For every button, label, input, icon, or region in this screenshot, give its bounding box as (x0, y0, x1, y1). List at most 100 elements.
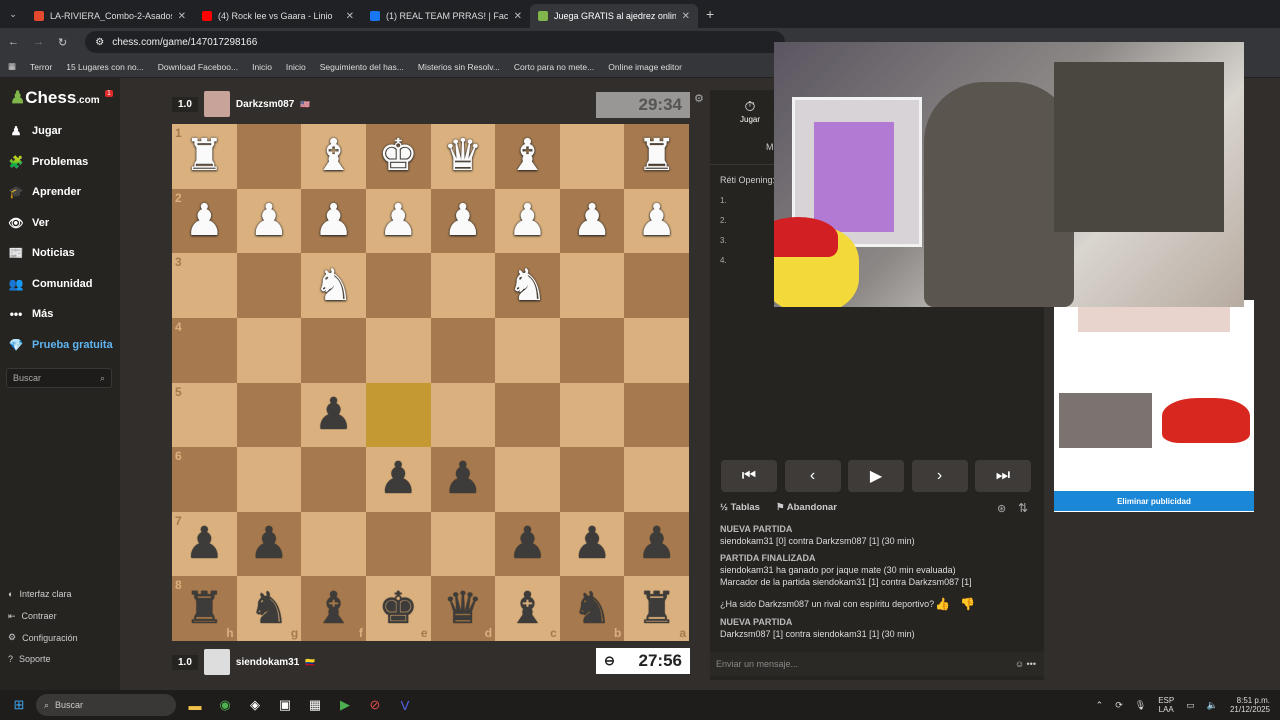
browser-tab[interactable]: (1) REAL TEAM PRRAS! | Faceb ✕ (362, 4, 530, 28)
back-icon[interactable]: ← (8, 36, 19, 48)
board-square[interactable]: b ♞ (559, 576, 625, 641)
board-square[interactable]: ♟ (430, 447, 496, 512)
close-icon[interactable]: ✕ (514, 11, 522, 22)
board-square[interactable]: ♜ (624, 124, 689, 189)
board-square[interactable]: g ♞ (236, 576, 302, 641)
black-rook-icon[interactable]: ♜ (185, 586, 224, 631)
black-queen-icon[interactable]: ♛ (443, 586, 482, 631)
board-square[interactable]: ♛ (430, 124, 496, 189)
board-square[interactable] (624, 447, 689, 512)
black-knight-icon[interactable]: ♞ (249, 586, 288, 631)
board-square[interactable]: 4 (172, 317, 237, 383)
tab-search-icon[interactable]: ⌄ (0, 9, 26, 20)
close-icon[interactable]: ✕ (178, 11, 186, 22)
reload-icon[interactable]: ↻ (58, 36, 67, 49)
black-king-icon[interactable]: ♚ (378, 586, 417, 631)
mic-icon[interactable]: 🎙 (1135, 700, 1146, 711)
browser-tab[interactable]: LA-RIVIERA_Combo-2-Asados- ✕ (26, 4, 194, 28)
remove-ads-button[interactable]: Eliminar publicidad (1054, 491, 1254, 511)
board-square[interactable] (236, 253, 302, 318)
sync-icon[interactable]: ⟳ (1115, 700, 1123, 711)
taskbar-search[interactable]: ⌕ Buscar (36, 694, 176, 716)
advertisement[interactable] (1054, 300, 1254, 512)
last-move-button[interactable]: ⏭ (975, 460, 1031, 492)
network-icon[interactable]: ▭ (1186, 700, 1195, 711)
board-square[interactable] (559, 317, 625, 383)
avatar[interactable] (203, 91, 230, 117)
browser-tab[interactable]: Juega GRATIS al ajedrez online ✕ (530, 4, 698, 28)
board-square[interactable] (301, 447, 366, 512)
board-square[interactable]: f ♝ (301, 576, 366, 641)
board-square[interactable] (236, 317, 302, 383)
thumbs-up-icon[interactable]: 👍 (935, 597, 950, 611)
board-square[interactable]: ♝ (495, 124, 560, 189)
bookmark-item[interactable]: Online image editor (608, 62, 682, 72)
board-square[interactable] (430, 511, 496, 577)
white-king-icon[interactable]: ♚ (378, 134, 417, 178)
sidebar-bottom-item[interactable]: ⚙ Configuración (8, 632, 78, 643)
bookmark-item[interactable]: Download Faceboo... (158, 62, 238, 72)
bookmark-item[interactable]: Terror (30, 62, 52, 72)
white-pawn-icon[interactable]: ♟ (249, 198, 288, 243)
board-square[interactable]: 5 (172, 382, 237, 448)
board-square[interactable] (624, 253, 689, 318)
new-tab-button[interactable]: + (706, 6, 714, 22)
white-bishop-icon[interactable]: ♝ (314, 134, 353, 178)
board-square[interactable] (495, 447, 560, 512)
white-knight-icon[interactable]: ♞ (314, 263, 353, 308)
board-square[interactable]: a ♜ (624, 576, 689, 641)
tab-play[interactable]: ⏱ Jugar (740, 98, 760, 124)
board-square[interactable] (236, 124, 302, 189)
black-knight-icon[interactable]: ♞ (572, 586, 611, 631)
bookmark-item[interactable]: Inicio (252, 62, 272, 72)
chevron-up-icon[interactable]: ⌃ (1096, 700, 1104, 711)
bookmark-item[interactable]: 15 Lugares con no... (66, 62, 144, 72)
black-pawn-icon[interactable]: ♟ (314, 392, 353, 437)
board-square[interactable] (495, 317, 560, 383)
board-square[interactable] (559, 124, 625, 189)
first-move-button[interactable]: ⏮ (721, 460, 777, 492)
bookmark-item[interactable]: Seguimiento del has... (320, 62, 404, 72)
opening-name[interactable]: Réti Opening: (720, 175, 775, 185)
browser-tab[interactable]: (4) Rock lee vs Gaara - Linio ✕ (194, 4, 362, 28)
board-square[interactable]: ♝ (301, 124, 366, 189)
board-square[interactable]: 7 ♟ (172, 511, 237, 577)
move-row[interactable]: 1. (720, 196, 727, 216)
board-square[interactable]: 8 h ♜ (172, 576, 237, 641)
language-indicator[interactable]: ESP LAA (1158, 696, 1174, 714)
board-square[interactable] (430, 382, 496, 448)
board-square[interactable] (365, 253, 431, 318)
avatar[interactable] (203, 649, 230, 675)
bookmark-item[interactable]: Corto para no mete... (514, 62, 594, 72)
sidebar-bottom-item[interactable]: ? Soporte (8, 654, 51, 664)
analysis-icon[interactable]: ⊛ (997, 502, 1006, 515)
white-pawn-icon[interactable]: ♟ (378, 198, 417, 243)
top-player-name[interactable]: Darkzsm087 (236, 99, 294, 110)
board-square[interactable] (495, 382, 560, 448)
url-field[interactable]: ⚙ chess.com/game/147017298166 (85, 31, 786, 53)
board-square[interactable]: 3 (172, 253, 237, 318)
board-square[interactable]: ♟ (495, 511, 560, 577)
board-square[interactable]: d ♛ (430, 576, 496, 641)
move-row[interactable]: 4. (720, 256, 727, 276)
sidebar-item-aprender[interactable]: 🎓 Aprender (8, 185, 81, 199)
close-icon[interactable]: ✕ (682, 11, 690, 22)
board-square[interactable]: ♟ (559, 511, 625, 577)
board-square[interactable] (365, 511, 431, 577)
white-rook-icon[interactable]: ♜ (185, 134, 224, 178)
black-pawn-icon[interactable]: ♟ (443, 457, 482, 501)
white-pawn-icon[interactable]: ♟ (637, 198, 676, 243)
folder-icon[interactable]: ▬ (184, 694, 206, 716)
board-square[interactable] (430, 317, 496, 383)
board-square[interactable] (559, 382, 625, 448)
move-row[interactable]: 3. (720, 236, 727, 256)
chess-board[interactable]: 1 ♜ ♝ ♚ ♛ ♝ ♜ 2 ♟ ♟ ♟ ♟ ♟ ♟ ♟ ♟ 3 ♞ ♞ 4 5 ♟ 6 ♟ ♟ 7 ♟ ♟ ♟ ♟ ♟ 8 h ♜ g ♞ f ♝ e ♚… (172, 124, 689, 641)
black-pawn-icon[interactable]: ♟ (637, 522, 676, 566)
antivirus-icon[interactable]: ⊘ (364, 694, 386, 716)
sidebar-item-jugar[interactable]: ♟ Jugar (8, 124, 62, 138)
emoji-icon[interactable]: ☺ ••• (1015, 659, 1036, 669)
bookmark-item[interactable]: Inicio (286, 62, 306, 72)
site-info-icon[interactable]: ⚙ (95, 37, 104, 48)
white-pawn-icon[interactable]: ♟ (314, 198, 353, 243)
prev-move-button[interactable]: ‹ (784, 460, 841, 492)
